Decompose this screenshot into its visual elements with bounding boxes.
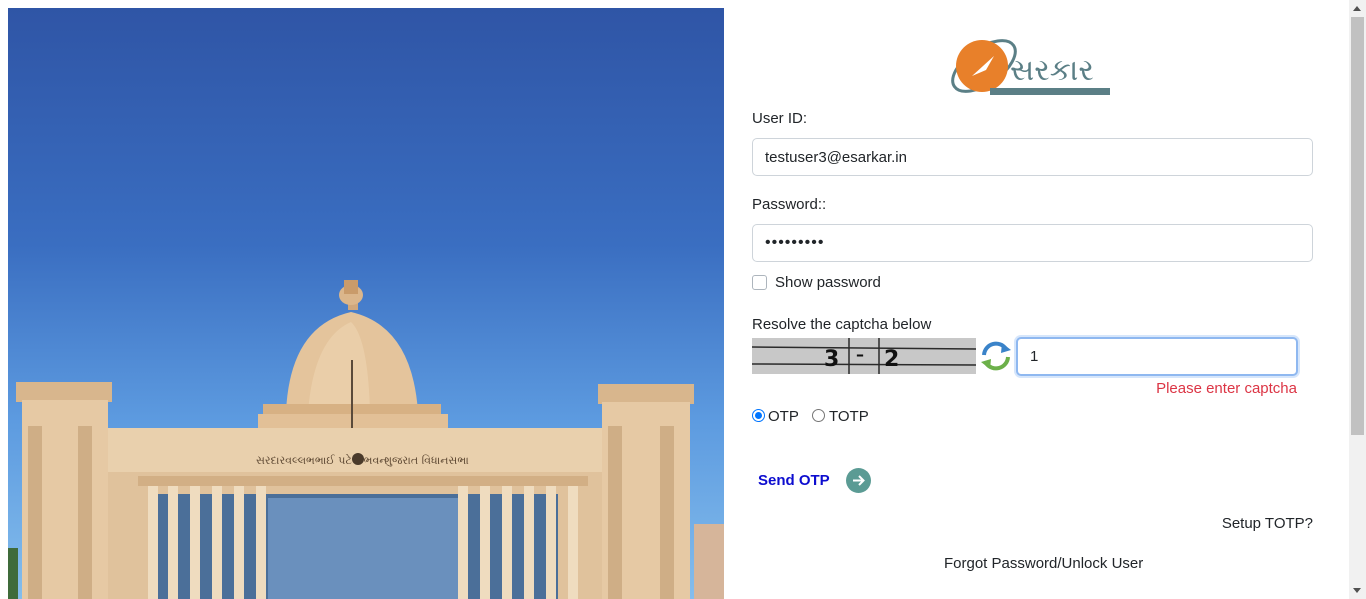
otp-radio[interactable] bbox=[752, 409, 765, 422]
totp-radio[interactable] bbox=[812, 409, 825, 422]
forgot-password-link[interactable]: Forgot Password/Unlock User bbox=[944, 555, 1143, 572]
password-input[interactable]: ••••••••• bbox=[752, 224, 1313, 262]
captcha-char-1: 3 bbox=[824, 347, 839, 372]
captcha-input-value: 1 bbox=[1030, 348, 1039, 365]
page-scrollbar[interactable] bbox=[1349, 0, 1366, 599]
scroll-up-icon[interactable] bbox=[1353, 6, 1361, 11]
captcha-char-3: 2 bbox=[884, 347, 899, 372]
userid-label: User ID: bbox=[752, 110, 808, 127]
show-password-label[interactable]: Show password bbox=[775, 274, 881, 291]
building-sign-right: ગુજરાત વિધાનસભા bbox=[384, 454, 469, 467]
userid-value: testuser3@esarkar.in bbox=[765, 148, 907, 166]
login-panel: સરકાર User ID: testuser3@esarkar.in Pass… bbox=[752, 8, 1313, 599]
captcha-input[interactable]: 1 bbox=[1016, 337, 1298, 376]
captcha-error-message: Please enter captcha bbox=[1156, 380, 1297, 397]
arrow-right-icon bbox=[845, 468, 871, 493]
userid-input[interactable]: testuser3@esarkar.in bbox=[752, 138, 1313, 176]
captcha-image: 3 – 2 bbox=[752, 338, 976, 374]
show-password-checkbox[interactable] bbox=[752, 275, 767, 290]
refresh-captcha-icon[interactable] bbox=[978, 338, 1014, 374]
captcha-char-2: – bbox=[856, 345, 864, 364]
logo-text: સરકાર bbox=[1010, 53, 1094, 88]
building-sign-left: સરદારવલ્લભભાઈ પટેલ ભવન bbox=[256, 454, 388, 467]
esarkar-logo: સરકાર bbox=[951, 39, 1110, 95]
scroll-thumb[interactable] bbox=[1351, 17, 1364, 435]
password-label: Password:: bbox=[752, 196, 827, 213]
setup-totp-link[interactable]: Setup TOTP? bbox=[1222, 515, 1313, 532]
building-illustration: સરદારવલ્લભભાઈ પટેલ ભવન ગુજરાત વિધાનસભા bbox=[8, 280, 724, 599]
send-otp-label: Send OTP bbox=[758, 472, 830, 489]
send-otp-button[interactable]: Send OTP bbox=[758, 468, 871, 493]
captcha-label: Resolve the captcha below bbox=[752, 316, 932, 333]
otp-radio-label[interactable]: OTP bbox=[768, 408, 799, 425]
password-value: ••••••••• bbox=[765, 234, 825, 251]
hero-image: સરદારવલ્લભભાઈ પટેલ ભવન ગુજરાત વિધાનસભા bbox=[8, 8, 724, 599]
scroll-down-icon[interactable] bbox=[1353, 588, 1361, 593]
totp-radio-label[interactable]: TOTP bbox=[829, 408, 869, 425]
